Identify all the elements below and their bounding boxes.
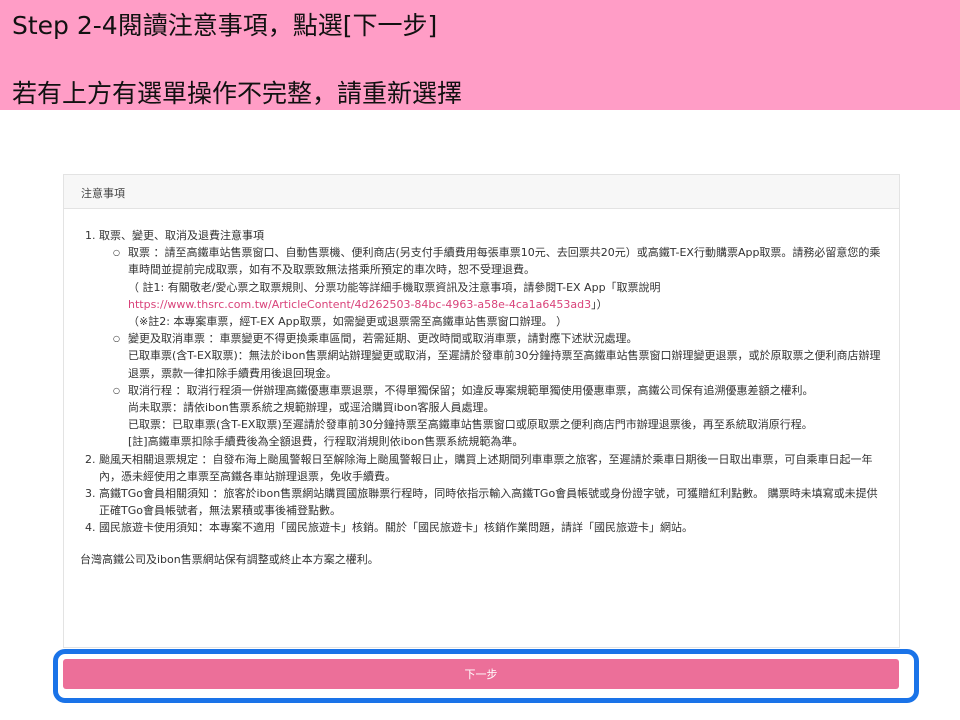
ticket-pickup-text: 取票 ：請至高鐵車站售票窗口、自動售票機、便利商店(另支付手續費用每張車票10元… (128, 246, 881, 277)
next-step-button[interactable]: 下一步 (63, 659, 899, 689)
cancel-trip-text: 取消行程 ：取消行程須一併辦理高鐵優惠車票退票，不得單獨保留；如違反專案規範單獨… (128, 383, 814, 397)
list-item: 取票 ：請至高鐵車站售票窗口、自動售票機、便利商店(另支付手續費用每張車票10元… (113, 244, 885, 330)
typhoon-refund-text: 颱風天相關退票規定 ：自發布海上颱風警報日至解除海上颱風警報日止，購買上述期間列… (99, 452, 873, 483)
item-title: 取票、變更、取消及退費注意事項 (99, 229, 264, 242)
rights-note: 台灣高鐵公司及ibon售票網站保有調整或終止本方案之權利。 (80, 552, 379, 566)
note1-text: （ 註1: 有關敬老/愛心票之取票規則、分票功能等詳細手機取票資訊及注意事項，請… (128, 280, 661, 311)
note2-text: （※註2: 本專案車票，經T-EX App取票，如需變更或退票需至高鐵車站售票窗… (128, 315, 568, 329)
notice-panel: 注意事項 取票、變更、取消及退費注意事項 取票 ：請至高鐵車站售票窗口、自動售票… (63, 174, 900, 648)
banner-instruction: 若有上方有選單操作不完整，請重新選擇 (12, 79, 463, 108)
list-item: 取消行程 ：取消行程須一併辦理高鐵優惠車票退票，不得單獨保留；如違反專案規範單獨… (113, 382, 885, 451)
list-item: 颱風天相關退票規定 ：自發布海上颱風警報日至解除海上颱風警報日止，購買上述期間列… (99, 451, 885, 485)
picked-ticket-text: 已取車票(含T-EX取票)：無法於ibon售票網站辦理變更或取消，至遲請於發車前… (128, 349, 881, 380)
change-cancel-text: 變更及取消車票 ：車票變更不得更換乘車區間，若需延期、更改時間或取消車票，請對應… (128, 332, 638, 346)
list-item: 高鐵TGo會員相關須知 ：旅客於ibon售票網站購買國旅聯票行程時，同時依指示輸… (99, 485, 885, 519)
panel-title: 注意事項 (64, 175, 899, 209)
instruction-banner: Step 2-4閱讀注意事項，點選[下一步] 若有上方有選單操作不完整，請重新選… (0, 0, 960, 110)
sub-list: 取票 ：請至高鐵車站售票窗口、自動售票機、便利商店(另支付手續費用每張車票10元… (99, 244, 885, 450)
not-picked-text: 尚未取票：請依ibon售票系統之規範辦理，或逕洽購買ibon客服人員處理。 (128, 401, 495, 415)
ticket-info-link[interactable]: https://www.thsrc.com.tw/ArticleContent/… (128, 298, 591, 311)
banner-step-title: Step 2-4閱讀注意事項，點選[下一步] (12, 11, 438, 40)
list-item: 變更及取消車票 ：車票變更不得更換乘車區間，若需延期、更改時間或取消車票，請對應… (113, 330, 885, 382)
notice-content: 取票、變更、取消及退費注意事項 取票 ：請至高鐵車站售票窗口、自動售票機、便利商… (64, 209, 899, 568)
list-item: 取票、變更、取消及退費注意事項 取票 ：請至高鐵車站售票窗口、自動售票機、便利商… (99, 227, 885, 451)
travel-card-text: 國民旅遊卡使用須知：本專案不適用「國民旅遊卡」核銷。關於「國民旅遊卡」核銷作業問… (99, 521, 693, 535)
tgo-member-text: 高鐵TGo會員相關須知 ：旅客於ibon售票網站購買國旅聯票行程時，同時依指示輸… (99, 487, 878, 518)
notice-list: 取票、變更、取消及退費注意事項 取票 ：請至高鐵車站售票窗口、自動售票機、便利商… (80, 227, 885, 537)
list-item: 國民旅遊卡使用須知：本專案不適用「國民旅遊卡」核銷。關於「國民旅遊卡」核銷作業問… (99, 519, 885, 536)
next-button-highlight: 下一步 (53, 649, 919, 703)
refund-note-text: [註]高鐵車票扣除手續費後為全額退費，行程取消規則依ibon售票系統規範為準。 (128, 435, 524, 449)
picked-text: 已取票：已取車票(含T-EX取票)至遲請於發車前30分鐘持票至高鐵車站售票窗口或… (128, 418, 813, 432)
